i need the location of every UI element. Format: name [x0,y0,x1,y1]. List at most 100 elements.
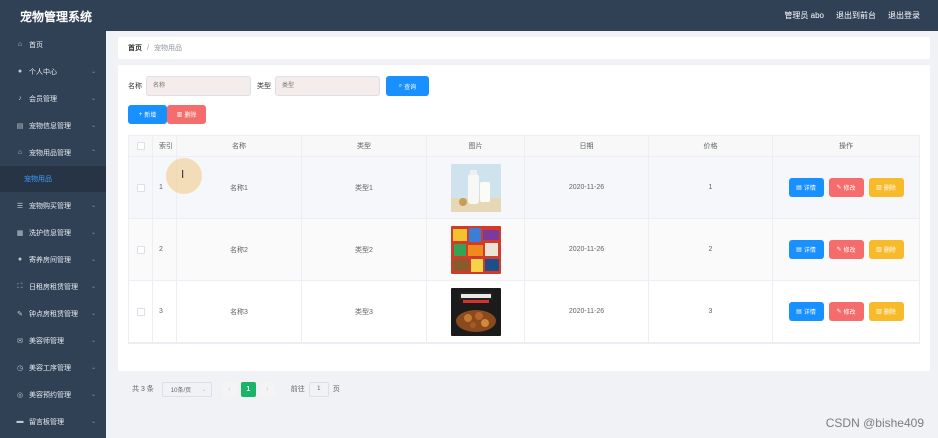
detail-label: 详情 [803,310,816,316]
user-icon: ● [17,68,23,75]
fried-food-poster[interactable] [450,287,501,336]
document-icon: ▤ [796,309,802,315]
breadcrumb: 首页 / 宠物用品 [118,37,930,59]
sidebar-item-label: 宠物用品管理 [29,149,71,157]
list-icon: ▤ [16,122,24,130]
chevron-down-icon: ⌄ [90,203,96,209]
row-actions: ▤ 详情 ✎ 修改 ▥ 删除 [773,157,919,218]
sidebar-item-groomers[interactable]: ✉ 美容师管理 ⌄ [0,327,106,354]
prev-page-button[interactable]: ‹ [221,381,237,397]
type-search-input[interactable] [275,76,380,96]
add-button-label: 新增 [144,113,157,119]
row-checkbox[interactable] [136,245,145,254]
row-index: 3 [153,281,177,342]
search-button[interactable]: ⌕ 查询 [386,76,429,96]
milk-bottle-photo[interactable] [450,163,501,212]
clock-icon: ◷ [16,364,24,372]
next-page-button[interactable]: › [259,381,275,397]
chevron-down-icon: ⌄ [90,123,96,129]
breadcrumb-current: 宠物用品 [153,45,182,52]
select-all-checkbox[interactable] [136,142,145,150]
header-date: 日期 [525,136,649,156]
mail-icon: ✉ [17,337,23,345]
edit-icon: ✎ [836,247,842,253]
page-size-select[interactable]: 10条/页 ⌄ [161,381,212,397]
sidebar-item-label: 美容师管理 [29,337,64,345]
batch-delete-button[interactable]: ▥ 删除 [167,105,206,124]
grid-icon: ▦ [16,229,24,237]
delete-label: 删除 [883,310,896,316]
table-row: 3 名称3 类型3 2020-11-26 3 ▤ 详情 ✎ 修改 ▥ 删除 [129,281,919,343]
table-header: 索引 名称 类型 图片 日期 价格 操作 [129,136,919,157]
edit-button[interactable]: ✎ 修改 [828,302,864,321]
sidebar-item-grooming-booking[interactable]: ◎ 美容预约管理 ⌄ [0,381,106,408]
goto-page-input[interactable]: 1 [308,381,329,397]
delete-button[interactable]: ▥ 删除 [868,240,904,259]
chevron-left-icon: ‹ [228,385,231,393]
sidebar-item-label: 个人中心 [29,68,57,76]
detail-button[interactable]: ▤ 详情 [788,240,824,259]
text-cursor-icon: I [181,168,185,181]
delete-button[interactable]: ▥ 删除 [868,178,904,197]
search-form: 名称 类型 ⌕ 查询 [128,76,429,96]
detail-button[interactable]: ▤ 详情 [788,178,824,197]
go-frontend-link[interactable]: 退出到前台 [836,10,876,21]
pagination: 共 3 条 10条/页 ⌄ ‹ 1 › 前往 1 页 [132,381,340,397]
logout-link[interactable]: 退出登录 [888,10,920,21]
sidebar-item-daily-rental[interactable]: ⛶ 日租房租赁管理 ⌄ [0,273,106,300]
batch-delete-label: 删除 [184,113,197,119]
sidebar-item-profile[interactable]: ● 个人中心 ⌄ [0,58,106,85]
sidebar-item-home[interactable]: ⌂ 首页 [0,31,106,58]
sidebar-item-purchase[interactable]: ☰ 宠物购买管理 ⌄ [0,192,106,219]
trash-icon: ▥ [876,247,882,253]
table-row: 2 名称2 类型2 2020-11-26 2 ▤ 详情 ✎ 修改 ▥ 删除 [129,219,919,281]
name-search-input[interactable] [146,76,251,96]
row-checkbox-cell [129,281,153,342]
row-index: 2 [153,219,177,280]
row-price: 2 [649,219,773,280]
row-type: 类型2 [302,219,427,280]
page-number-current[interactable]: 1 [240,381,256,397]
add-button[interactable]: + 新增 [128,105,167,124]
sidebar-item-label: 宠物信息管理 [29,122,71,130]
home-icon: ⌂ [17,41,23,48]
row-image-cell [427,157,525,218]
sidebar-item-grooming-steps[interactable]: ◷ 美容工序管理 ⌄ [0,354,106,381]
edit-button[interactable]: ✎ 修改 [828,240,864,259]
delete-label: 删除 [883,186,896,192]
sidebar-item-boarding-rooms[interactable]: ● 寄养房间管理 ⌄ [0,246,106,273]
sidebar-item-pet-supplies[interactable]: ⌂ 宠物用品管理 ⌃ [0,139,106,166]
sidebar-item-label: 美容工序管理 [29,364,71,372]
sidebar-item-grooming-info[interactable]: ▦ 洗护信息管理 ⌄ [0,219,106,246]
sidebar-subitem-supplies[interactable]: 宠物用品 [0,166,106,192]
sidebar-item-label: 钟点房租赁管理 [29,310,78,318]
header-checkbox-cell [129,136,153,156]
type-label: 类型 [257,83,271,90]
page-size-value: 10条/页 [170,387,192,394]
header-index: 索引 [153,136,177,156]
detail-button[interactable]: ▤ 详情 [788,302,824,321]
header-price: 价格 [649,136,773,156]
row-checkbox[interactable] [136,183,145,192]
snacks-collage-photo[interactable] [450,225,501,274]
row-checkbox-cell [129,219,153,280]
sidebar-item-hourly-rental[interactable]: ✎ 钟点房租赁管理 ⌄ [0,300,106,327]
person-icon: ● [17,256,23,263]
row-type: 类型1 [302,157,427,218]
chevron-right-icon: › [266,385,269,393]
sidebar-item-members[interactable]: ♪ 会员管理 ⌄ [0,85,106,112]
chevron-down-icon: ⌄ [90,419,96,425]
breadcrumb-home[interactable]: 首页 [128,43,142,53]
trash-icon: ▥ [876,309,882,315]
pagination-total: 共 3 条 [132,386,154,393]
admin-user-label[interactable]: 管理员 abo [784,10,824,21]
row-checkbox[interactable] [136,307,145,316]
delete-button[interactable]: ▥ 删除 [868,302,904,321]
edit-label: 修改 [843,310,856,316]
action-bar: + 新增 ▥ 删除 [128,105,206,124]
bank-icon: ⌂ [17,149,23,156]
sidebar-item-message-board[interactable]: ▬ 留言板管理 ⌄ [0,408,106,435]
sidebar-item-pet-info[interactable]: ▤ 宠物信息管理 ⌄ [0,112,106,139]
detail-label: 详情 [803,186,816,192]
edit-button[interactable]: ✎ 修改 [828,178,864,197]
